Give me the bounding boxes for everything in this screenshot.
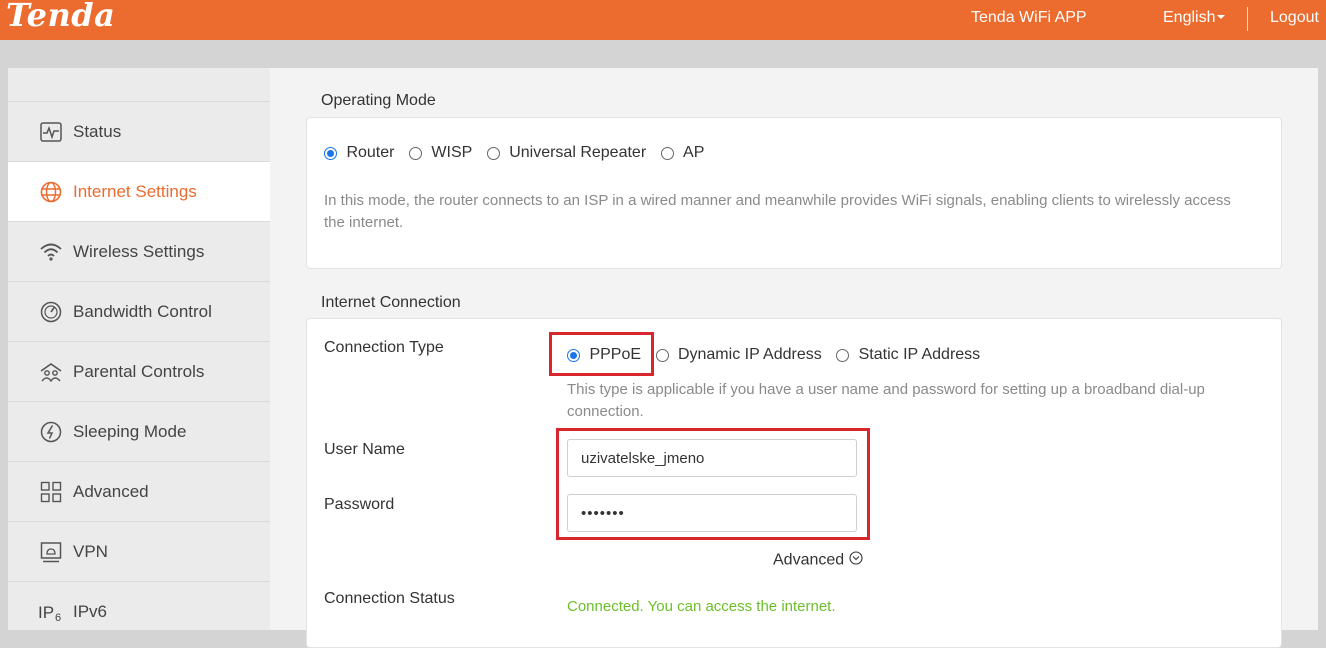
username-input[interactable]: [567, 439, 857, 477]
sidebar-item-status[interactable]: Status: [8, 101, 270, 161]
speedometer-icon: [38, 299, 64, 325]
operating-mode-description: In this mode, the router connects to an …: [324, 192, 1231, 231]
option-label-static-ip: Static IP Address: [858, 346, 981, 363]
radio-dynamic-ip[interactable]: [655, 348, 669, 362]
username-label: User Name: [324, 441, 405, 458]
option-label-router: Router: [346, 144, 395, 161]
language-dropdown[interactable]: English: [1163, 9, 1226, 27]
radio-static-ip[interactable]: [836, 348, 850, 362]
connection-type-hint: This type is applicable if you have a us…: [567, 381, 1205, 420]
radio-wisp[interactable]: [408, 146, 422, 160]
password-label: Password: [324, 496, 395, 513]
svg-text:IP: IP: [38, 603, 54, 622]
globe-icon: [38, 179, 64, 205]
sleep-icon: [38, 419, 64, 445]
main-panel: Operating Mode Router WISP Universal Rep…: [270, 68, 1318, 648]
sidebar-item-internet-settings[interactable]: Internet Settings: [8, 161, 270, 221]
sidebar-item-bandwidth-control[interactable]: Bandwidth Control: [8, 281, 270, 341]
radio-router[interactable]: [324, 146, 337, 160]
operating-mode-card: Router WISP Universal Repeater AP In thi…: [306, 117, 1282, 269]
sidebar-item-label: Parental Controls: [73, 361, 205, 381]
wifi-app-link[interactable]: Tenda WiFi APP: [971, 9, 1087, 27]
grid-icon: [38, 479, 64, 505]
connection-status-label: Connection Status: [324, 590, 455, 607]
option-label-wisp: WISP: [431, 144, 473, 161]
sidebar-item-label: Sleeping Mode: [73, 421, 187, 441]
radio-ap[interactable]: [660, 146, 674, 160]
advanced-toggle[interactable]: Advanced: [773, 551, 863, 570]
advanced-label: Advanced: [773, 551, 845, 569]
ipv6-icon: IP 6: [38, 599, 64, 625]
sidebar-item-wireless-settings[interactable]: Wireless Settings: [8, 221, 270, 281]
password-input[interactable]: [567, 494, 857, 532]
tenda-logo: Tenda: [6, 0, 116, 34]
top-bar: Tenda Tenda WiFi APP English Logout: [0, 0, 1326, 40]
connection-type-label: Connection Type: [324, 339, 444, 356]
parental-icon: [38, 359, 64, 385]
connection-type-options: PPPoE Dynamic IP Address Static IP Addre…: [567, 346, 980, 364]
sidebar-item-vpn[interactable]: VPN: [8, 521, 270, 581]
svg-text:6: 6: [55, 612, 61, 623]
operating-mode-options: Router WISP Universal Repeater AP: [324, 144, 704, 162]
caret-down-icon: [1217, 14, 1226, 19]
wifi-icon: [38, 239, 64, 265]
sidebar-item-sleeping-mode[interactable]: Sleeping Mode: [8, 401, 270, 461]
sidebar: Status Internet Settings Wireless Settin…: [8, 68, 270, 630]
sidebar-item-label: IPv6: [73, 601, 108, 621]
sidebar-item-label: Status: [73, 121, 122, 141]
sidebar-item-parental-controls[interactable]: Parental Controls: [8, 341, 270, 401]
option-label-pppoe: PPPoE: [589, 346, 642, 363]
sidebar-item-label: Wireless Settings: [73, 241, 205, 261]
radio-pppoe[interactable]: [567, 348, 580, 362]
chevron-down-circle-icon: [849, 551, 863, 570]
sidebar-item-advanced[interactable]: Advanced: [8, 461, 270, 521]
sidebar-item-label: Advanced: [73, 481, 149, 501]
operating-mode-title: Operating Mode: [321, 92, 436, 109]
status-icon: [38, 119, 64, 145]
header-divider: [1247, 7, 1248, 31]
internet-connection-card: Connection Type PPPoE Dynamic IP Address…: [306, 318, 1282, 648]
option-label-dynamic-ip: Dynamic IP Address: [677, 346, 822, 363]
internet-connection-title: Internet Connection: [321, 294, 461, 311]
logout-link[interactable]: Logout: [1270, 9, 1319, 27]
vpn-icon: [38, 539, 64, 565]
option-label-universal-repeater: Universal Repeater: [509, 144, 647, 161]
connection-status-text: Connected. You can access the internet.: [567, 598, 836, 615]
language-label: English: [1163, 9, 1216, 26]
radio-universal-repeater[interactable]: [486, 146, 500, 160]
sidebar-item-label: Internet Settings: [73, 181, 197, 201]
sidebar-item-label: VPN: [73, 541, 108, 561]
sidebar-item-label: Bandwidth Control: [73, 301, 212, 321]
option-label-ap: AP: [683, 144, 705, 161]
sidebar-item-ipv6[interactable]: IP 6 IPv6: [8, 581, 270, 641]
